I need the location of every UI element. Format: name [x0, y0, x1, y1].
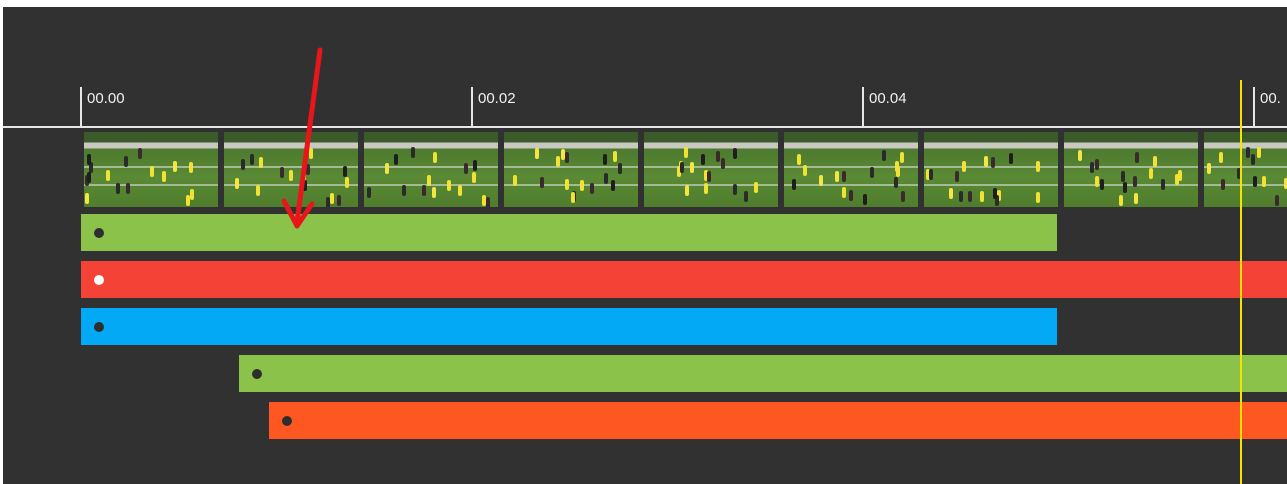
- filmstrip-frame[interactable]: [644, 132, 778, 207]
- ruler-tick-label-1: 00.02: [478, 90, 516, 107]
- filmstrip-frame[interactable]: [224, 132, 358, 207]
- track-bar-2[interactable]: [81, 261, 1287, 298]
- ruler-tick-label-2: 00.04: [869, 90, 907, 107]
- track-bar-5[interactable]: [269, 402, 1287, 439]
- ruler-tick-0: [80, 87, 82, 127]
- track-handle-1[interactable]: [94, 228, 104, 238]
- ruler-tick-3: [1253, 87, 1255, 127]
- filmstrip-frame[interactable]: [504, 132, 638, 207]
- track-handle-3[interactable]: [94, 322, 104, 332]
- filmstrip-frame[interactable]: [84, 132, 218, 207]
- track-handle-2[interactable]: [94, 275, 104, 285]
- filmstrip-frame[interactable]: [784, 132, 918, 207]
- filmstrip-frame[interactable]: [364, 132, 498, 207]
- track-handle-5[interactable]: [282, 416, 292, 426]
- ruler-tick-2: [862, 87, 864, 127]
- timeline-panel[interactable]: 00.00 00.02 00.04 00.: [3, 7, 1287, 484]
- playhead-line[interactable]: [1240, 80, 1242, 484]
- ruler-tick-label-3: 00.: [1260, 90, 1281, 107]
- filmstrip-frame[interactable]: [924, 132, 1058, 207]
- video-filmstrip[interactable]: [84, 132, 1287, 207]
- track-handle-4[interactable]: [252, 369, 262, 379]
- track-bar-4[interactable]: [239, 355, 1287, 392]
- filmstrip-frame[interactable]: [1064, 132, 1198, 207]
- track-bar-3[interactable]: [81, 308, 1057, 345]
- track-bar-1[interactable]: [81, 214, 1057, 251]
- ruler-tick-1: [471, 87, 473, 127]
- filmstrip-frame[interactable]: [1204, 132, 1287, 207]
- ruler-baseline: [3, 126, 1287, 128]
- ruler-tick-label-0: 00.00: [87, 90, 125, 107]
